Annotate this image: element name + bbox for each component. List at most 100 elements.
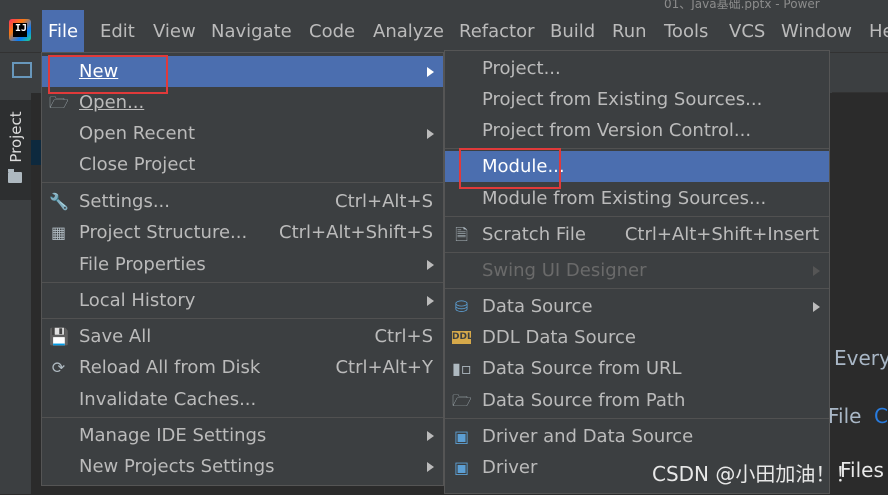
project-window-icon[interactable]: [12, 62, 32, 78]
menu-build[interactable]: Build: [544, 10, 601, 52]
submenu-arrow-icon: [427, 129, 434, 139]
new-scratch-file[interactable]: 🗎 Scratch File Ctrl+Alt+Shift+Insert: [445, 219, 829, 250]
new-project-label: Project...: [482, 58, 561, 79]
reload-icon: ⟳: [51, 358, 66, 377]
menu-code[interactable]: Code: [303, 10, 361, 52]
menu-separator: [445, 216, 829, 217]
csdn-watermark: CSDN @小田加油！！: [652, 462, 856, 486]
project-tab-label: Project: [7, 111, 25, 163]
file-menu-manage-ide-settings-label: Manage IDE Settings: [79, 425, 267, 446]
highlight-box-module: [459, 148, 561, 189]
shortcut-label: Ctrl+Alt+Shift+S: [279, 222, 433, 243]
ddl-icon: DDL: [452, 331, 473, 344]
file-menu-project-structure[interactable]: ▦ Project Structure... Ctrl+Alt+Shift+S: [42, 217, 443, 248]
menu-vcs[interactable]: VCS: [723, 10, 771, 52]
editor-text-c: C: [874, 404, 888, 428]
shortcut-label: Ctrl+Alt+S: [335, 191, 433, 212]
file-menu-close-project[interactable]: Close Project: [42, 149, 443, 180]
shortcut-label: Ctrl+S: [374, 326, 433, 347]
file-menu-file-properties[interactable]: File Properties: [42, 249, 443, 280]
menu-separator: [445, 252, 829, 253]
save-icon: 💾: [49, 327, 69, 346]
new-driver-and-data-source-label: Driver and Data Source: [482, 426, 694, 447]
file-menu-close-project-label: Close Project: [79, 154, 196, 175]
menu-edit[interactable]: Edit: [94, 10, 141, 52]
new-project-existing-sources[interactable]: Project from Existing Sources...: [445, 84, 829, 115]
new-data-source-path-label: Data Source from Path: [482, 390, 686, 411]
new-project-vcs[interactable]: Project from Version Control...: [445, 115, 829, 146]
file-menu-save-all[interactable]: 💾 Save All Ctrl+S: [42, 321, 443, 352]
file-menu-invalidate-caches-label: Invalidate Caches...: [79, 389, 257, 410]
folder-icon: [8, 169, 22, 183]
submenu-arrow-icon: [813, 266, 820, 276]
shortcut-label: Ctrl+Alt+Y: [335, 357, 433, 378]
editor-text-file: File: [828, 404, 862, 428]
wrench-icon: 🔧: [49, 192, 69, 211]
new-swing-ui-designer: Swing UI Designer: [445, 255, 829, 286]
new-project[interactable]: Project...: [445, 53, 829, 84]
file-menu-new-projects-settings[interactable]: New Projects Settings: [42, 451, 443, 482]
menu-navigate[interactable]: Navigate: [205, 10, 298, 52]
shortcut-label: Ctrl+Alt+Shift+Insert: [624, 224, 819, 245]
new-submenu: Project... Project from Existing Sources…: [444, 50, 830, 494]
submenu-arrow-icon: [427, 296, 434, 306]
submenu-arrow-icon: [427, 260, 434, 270]
menu-separator: [42, 318, 443, 319]
highlight-box-new: [48, 55, 168, 94]
menu-view[interactable]: View: [147, 10, 202, 52]
trailing-text: Files: [840, 458, 884, 482]
project-structure-icon: ▦: [50, 223, 67, 242]
submenu-arrow-icon: [427, 67, 434, 77]
file-menu-reload-label: Reload All from Disk: [79, 357, 261, 378]
new-data-source-url-label: Data Source from URL: [482, 358, 682, 379]
menu-window[interactable]: Window: [775, 10, 858, 52]
database-icon: ⛁: [454, 297, 469, 316]
menu-refactor[interactable]: Refactor: [453, 10, 541, 52]
file-menu-save-all-label: Save All: [79, 326, 152, 347]
menu-help[interactable]: He: [863, 10, 888, 52]
file-menu-project-structure-label: Project Structure...: [79, 222, 248, 243]
file-menu-manage-ide-settings[interactable]: Manage IDE Settings: [42, 420, 443, 451]
menu-separator: [42, 282, 443, 283]
file-menu-file-properties-label: File Properties: [79, 254, 206, 275]
menu-separator: [42, 182, 443, 183]
new-swing-ui-designer-label: Swing UI Designer: [482, 260, 647, 281]
folder-icon: 🗁: [452, 391, 472, 410]
scratch-file-icon: 🗎: [455, 225, 468, 244]
file-menu-local-history[interactable]: Local History: [42, 285, 443, 316]
new-driver-label: Driver: [482, 457, 538, 478]
menu-separator: [445, 288, 829, 289]
submenu-arrow-icon: [427, 431, 434, 441]
file-menu-open-recent[interactable]: Open Recent: [42, 118, 443, 149]
new-project-existing-sources-label: Project from Existing Sources...: [482, 89, 763, 110]
menu-separator: [42, 417, 443, 418]
menu-run[interactable]: Run: [606, 10, 653, 52]
new-data-source-url[interactable]: ▮▫ Data Source from URL: [445, 353, 829, 384]
new-ddl-data-source[interactable]: DDL DDL Data Source: [445, 322, 829, 353]
new-ddl-data-source-label: DDL Data Source: [482, 327, 636, 348]
driver-icon: ▣: [453, 427, 470, 446]
menu-analyze[interactable]: Analyze: [367, 10, 450, 52]
title-strip: 01、Java基础.pptx - Power: [0, 0, 888, 10]
menu-tools[interactable]: Tools: [658, 10, 714, 52]
window-title: 01、Java基础.pptx - Power: [664, 0, 820, 10]
new-data-source-label: Data Source: [482, 296, 593, 317]
menu-separator: [445, 418, 829, 419]
driver-icon: ▣: [453, 458, 470, 477]
file-menu-reload[interactable]: ⟳ Reload All from Disk Ctrl+Alt+Y: [42, 352, 443, 383]
folder-open-icon: 🗁: [49, 93, 69, 112]
editor-area: [832, 92, 888, 495]
new-data-source-path[interactable]: 🗁 Data Source from Path: [445, 385, 829, 416]
project-tree-selection: [31, 140, 41, 165]
file-menu-open-recent-label: Open Recent: [79, 123, 196, 144]
file-menu: New 🗁 Open... Open Recent Close Project …: [41, 52, 444, 486]
menu-file[interactable]: File: [42, 10, 85, 52]
file-menu-settings[interactable]: 🔧 Settings... Ctrl+Alt+S: [42, 186, 443, 217]
new-driver-and-data-source[interactable]: ▣ Driver and Data Source: [445, 421, 829, 452]
file-menu-invalidate-caches[interactable]: Invalidate Caches...: [42, 384, 443, 415]
file-menu-local-history-label: Local History: [79, 290, 196, 311]
file-menu-new-projects-settings-label: New Projects Settings: [79, 456, 275, 477]
new-data-source[interactable]: ⛁ Data Source: [445, 291, 829, 322]
editor-text-every: Every: [834, 346, 888, 370]
new-project-vcs-label: Project from Version Control...: [482, 120, 752, 141]
